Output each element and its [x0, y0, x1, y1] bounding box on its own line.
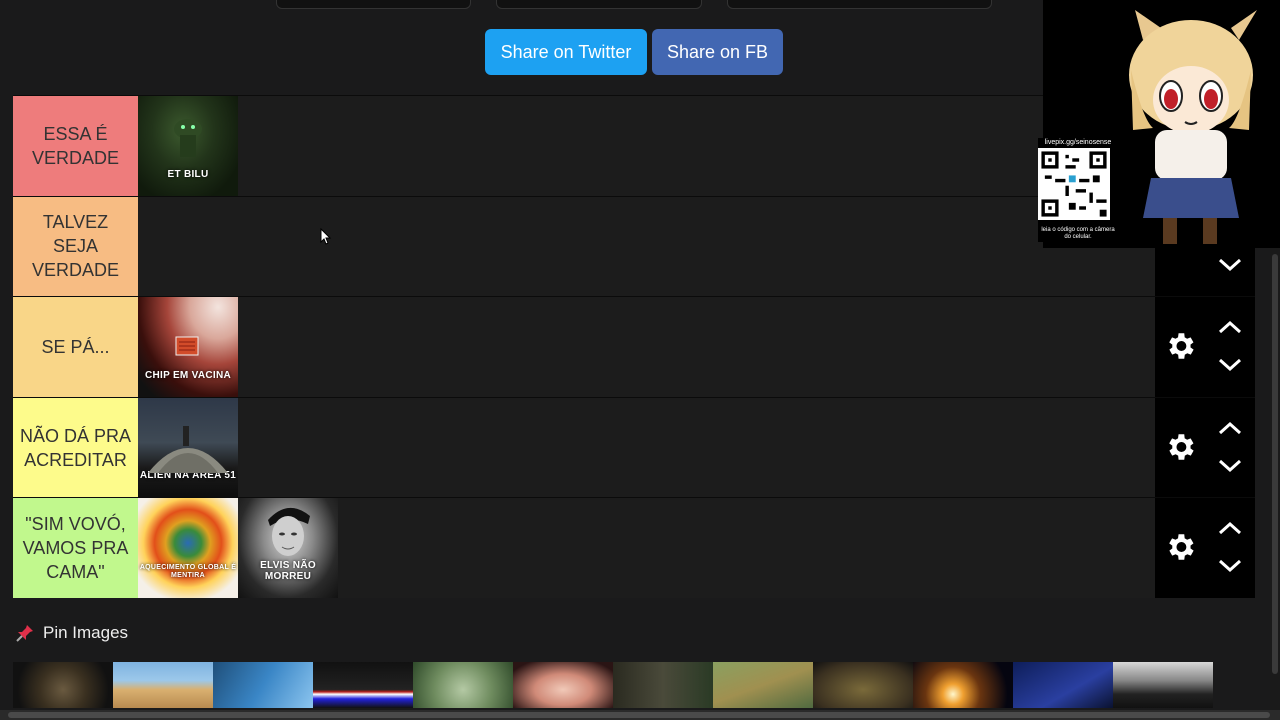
- tier-items[interactable]: CHIP EM VACINA: [138, 297, 1155, 397]
- pool-image[interactable]: [713, 662, 813, 708]
- tier-items[interactable]: ET BILU: [138, 96, 1155, 196]
- tier-image[interactable]: ET BILU: [138, 96, 238, 196]
- image-pool: [13, 662, 1213, 708]
- tier-items[interactable]: ALIEN NA ÁREA 51: [138, 397, 1155, 498]
- et-bilu-figure: [174, 119, 202, 157]
- pool-image[interactable]: [13, 662, 113, 708]
- move-down-icon[interactable]: [1217, 357, 1243, 373]
- horizontal-scrollbar[interactable]: [0, 710, 1280, 720]
- move-up-icon[interactable]: [1217, 319, 1243, 335]
- hangar-graphic: [148, 425, 228, 473]
- tier-controls: [1155, 297, 1255, 397]
- pin-images-header: Pin Images: [15, 623, 128, 643]
- pool-image[interactable]: [513, 662, 613, 708]
- qr-caption: leia o código com a câmera do celular.: [1041, 227, 1115, 240]
- tier-list-title-input[interactable]: [276, 0, 471, 9]
- description-input[interactable]: [727, 0, 992, 9]
- tier-image[interactable]: ELVIS NÃO MORREU: [238, 498, 338, 598]
- gear-icon[interactable]: [1163, 530, 1197, 564]
- tier-items[interactable]: AQUECIMENTO GLOBAL É MENTIRA ELVIS NÃO M…: [138, 498, 1155, 598]
- tier-image[interactable]: CHIP EM VACINA: [138, 297, 238, 397]
- pool-image[interactable]: [813, 662, 913, 708]
- elvis-portrait: [268, 508, 310, 557]
- gear-icon[interactable]: [1163, 430, 1197, 464]
- move-down-icon[interactable]: [1217, 257, 1243, 273]
- pool-image[interactable]: [913, 662, 1013, 708]
- search-input[interactable]: [496, 0, 702, 9]
- pool-image[interactable]: [213, 662, 313, 708]
- gear-icon[interactable]: [1163, 329, 1197, 363]
- tier-image-caption: ET BILU: [167, 168, 209, 180]
- tier-image-caption: AQUECIMENTO GLOBAL É MENTIRA: [139, 563, 237, 579]
- tier-image-caption: ELVIS NÃO MORREU: [260, 559, 316, 582]
- tier-row: SE PÁ... CHIP EM VACINA: [13, 296, 1255, 397]
- pool-image[interactable]: [1113, 662, 1213, 708]
- move-up-icon[interactable]: [1217, 420, 1243, 436]
- tier-image[interactable]: ALIEN NA ÁREA 51: [138, 397, 238, 498]
- tier-label[interactable]: "SIM VOVÓ, VAMOS PRA CAMA": [13, 498, 138, 598]
- move-down-icon[interactable]: [1217, 458, 1243, 474]
- scroll-thumb[interactable]: [8, 712, 1270, 718]
- qr-code: [1038, 148, 1110, 220]
- move-down-icon[interactable]: [1217, 558, 1243, 574]
- pushpin-icon: [16, 625, 33, 642]
- tier-label[interactable]: SE PÁ...: [13, 297, 138, 397]
- pool-image[interactable]: [113, 662, 213, 708]
- pool-image[interactable]: [613, 662, 713, 708]
- tier-controls: [1155, 397, 1255, 498]
- tier-label[interactable]: TALVEZ SEJA VERDADE: [13, 196, 138, 297]
- scroll-thumb[interactable]: [1272, 254, 1278, 674]
- tier-controls: [1155, 498, 1255, 598]
- tier-image[interactable]: AQUECIMENTO GLOBAL É MENTIRA: [138, 498, 238, 598]
- tier-label[interactable]: ESSA É VERDADE: [13, 96, 138, 196]
- mouse-cursor-icon: [320, 228, 332, 245]
- tier-image-caption: CHIP EM VACINA: [144, 369, 232, 381]
- pool-image[interactable]: [413, 662, 513, 708]
- pool-image[interactable]: [1013, 662, 1113, 708]
- pool-image[interactable]: [313, 662, 413, 708]
- share-fb-button[interactable]: Share on FB: [652, 29, 783, 75]
- move-up-icon[interactable]: [1217, 520, 1243, 536]
- qr-url: livepix.gg/seinosense: [1044, 139, 1112, 146]
- livepix-qr: livepix.gg/seinosense leia o código com …: [1038, 138, 1118, 242]
- vertical-scrollbar[interactable]: [1270, 248, 1280, 710]
- tier-items[interactable]: [138, 196, 1155, 297]
- share-twitter-button[interactable]: Share on Twitter: [485, 29, 647, 75]
- pin-images-title: Pin Images: [43, 623, 129, 642]
- tier-row: NÃO DÁ PRA ACREDITAR ALIEN NA ÁREA 51: [13, 396, 1255, 498]
- tier-row: "SIM VOVÓ, VAMOS PRA CAMA" AQUECIMENTO G…: [13, 497, 1255, 598]
- chip-graphic: [175, 336, 199, 356]
- tier-label[interactable]: NÃO DÁ PRA ACREDITAR: [13, 397, 138, 498]
